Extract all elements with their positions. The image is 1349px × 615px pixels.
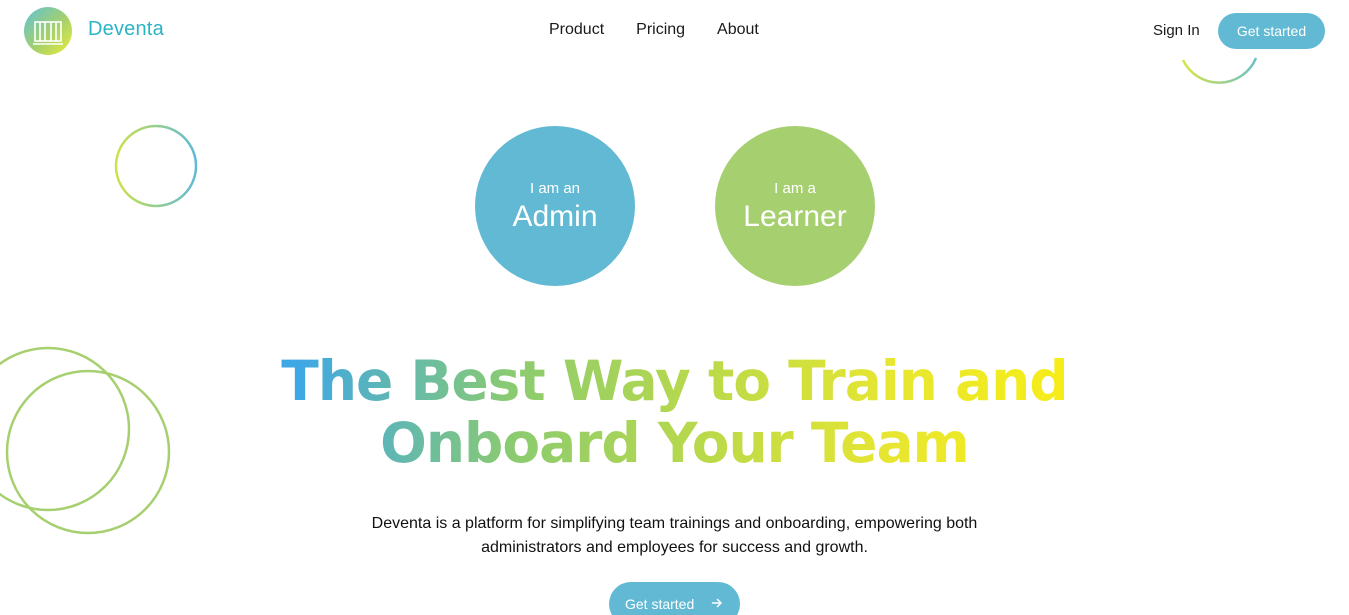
nav-product[interactable]: Product: [549, 21, 604, 39]
building-columns-icon: [33, 21, 63, 45]
brand-name[interactable]: Deventa: [88, 18, 164, 41]
nav-about[interactable]: About: [717, 21, 759, 39]
admin-role-prefix: I am an: [529, 180, 581, 197]
hero-headline: The Best Way to Train and Onboard Your T…: [0, 350, 1349, 474]
admin-role-button[interactable]: I am an Admin: [475, 126, 635, 286]
learner-role-title: Learner: [743, 200, 847, 233]
hero-get-started-button[interactable]: Get started: [609, 582, 740, 615]
nav-pricing[interactable]: Pricing: [636, 21, 685, 39]
learner-role-button[interactable]: I am a Learner: [715, 126, 875, 286]
get-started-button[interactable]: Get started: [1218, 13, 1325, 49]
admin-role-title: Admin: [512, 200, 598, 233]
main-nav: Product Pricing About: [549, 21, 759, 39]
logo[interactable]: [24, 7, 72, 55]
learner-role-prefix: I am a: [774, 180, 816, 197]
sign-in-link[interactable]: Sign In: [1153, 22, 1200, 39]
hero-cta-label: Get started: [625, 596, 695, 612]
deco-circle-small: [114, 124, 198, 208]
hero-headline-line-2: Onboard Your Team: [380, 411, 969, 475]
hero-description: Deventa is a platform for simplifying te…: [0, 512, 1349, 560]
hero-description-line-1: Deventa is a platform for simplifying te…: [371, 515, 978, 532]
arrow-right-icon: [711, 598, 722, 608]
hero-description-line-2: administrators and employees for success…: [481, 539, 868, 556]
site-header: Deventa Product Pricing About Sign In Ge…: [0, 0, 1349, 62]
hero-headline-line-1: The Best Way to Train and: [281, 349, 1068, 413]
